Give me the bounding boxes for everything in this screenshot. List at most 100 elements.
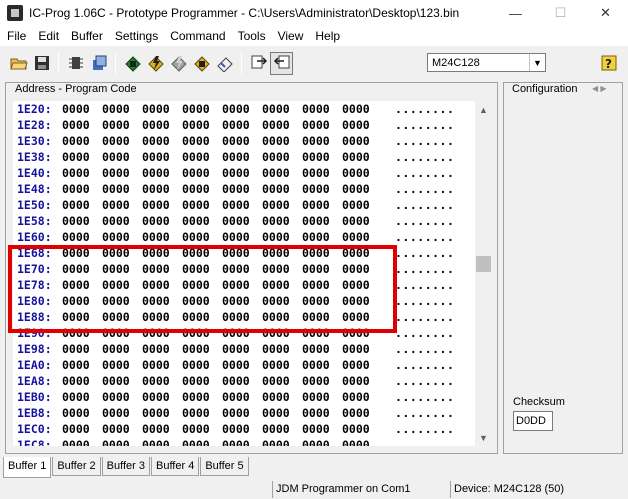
hex-word[interactable]: 0000 [102, 133, 142, 149]
hex-row[interactable]: 1E20: 0000 0000 0000 0000 0000 0000 0000 0000...… [17, 101, 454, 117]
hex-word[interactable]: 0000 [302, 373, 342, 389]
hex-word[interactable]: 0000 [142, 357, 182, 373]
hex-word[interactable]: 0000 [262, 181, 302, 197]
hex-word[interactable]: 0000 [222, 181, 262, 197]
hex-word[interactable]: 0000 [62, 341, 102, 357]
hex-row[interactable]: 1E48: 0000 0000 0000 0000 0000 0000 0000 0000...… [17, 181, 454, 197]
hex-word[interactable]: 0000 [262, 213, 302, 229]
hex-word[interactable]: 0000 [62, 149, 102, 165]
close-button[interactable]: ✕ [583, 0, 628, 26]
hex-word[interactable]: 0000 [262, 389, 302, 405]
hex-word[interactable]: 0000 [182, 213, 222, 229]
hex-word[interactable]: 0000 [262, 421, 302, 437]
hex-word[interactable]: 0000 [222, 389, 262, 405]
erase-chip-icon[interactable] [167, 52, 190, 75]
hex-word[interactable]: 0000 [62, 405, 102, 421]
device-select[interactable]: M24C128 ▼ [427, 53, 546, 72]
hex-word[interactable]: 0000 [182, 149, 222, 165]
hex-word[interactable]: 0000 [222, 213, 262, 229]
hex-word[interactable]: 0000 [62, 421, 102, 437]
menu-item-help[interactable]: Help [309, 26, 346, 46]
open-folder-icon[interactable] [7, 52, 30, 75]
device-info-icon[interactable] [87, 52, 110, 75]
chevron-down-icon[interactable]: ▼ [529, 54, 545, 71]
hex-word[interactable]: 0000 [62, 213, 102, 229]
hex-word[interactable]: 0000 [342, 197, 382, 213]
hex-word[interactable]: 0000 [182, 101, 222, 117]
hex-word[interactable]: 0000 [222, 421, 262, 437]
hex-word[interactable]: 0000 [342, 421, 382, 437]
hex-row[interactable]: 1E28: 0000 0000 0000 0000 0000 0000 0000 0000...… [17, 117, 454, 133]
hex-word[interactable]: 0000 [142, 373, 182, 389]
hex-word[interactable]: 0000 [102, 373, 142, 389]
menu-item-buffer[interactable]: Buffer [65, 26, 109, 46]
hex-word[interactable]: 0000 [222, 149, 262, 165]
hex-word[interactable]: 0000 [102, 229, 142, 245]
hex-row[interactable]: 1EC8: 0000 0000 0000 0000 0000 0000 0000 0000...… [17, 437, 454, 446]
hex-word[interactable]: 0000 [102, 405, 142, 421]
hex-word[interactable]: 0000 [222, 165, 262, 181]
hex-row[interactable]: 1E98: 0000 0000 0000 0000 0000 0000 0000 0000...… [17, 341, 454, 357]
hex-word[interactable]: 0000 [222, 197, 262, 213]
hex-word[interactable]: 0000 [142, 405, 182, 421]
hex-word[interactable]: 0000 [302, 421, 342, 437]
hex-word[interactable]: 0000 [262, 165, 302, 181]
hex-word[interactable]: 0000 [222, 373, 262, 389]
hex-word[interactable]: 0000 [182, 405, 222, 421]
hex-word[interactable]: 0000 [102, 421, 142, 437]
hex-word[interactable]: 0000 [182, 389, 222, 405]
hex-word[interactable]: 0000 [222, 437, 262, 446]
hex-word[interactable]: 0000 [342, 357, 382, 373]
hex-word[interactable]: 0000 [102, 213, 142, 229]
hex-word[interactable]: 0000 [302, 229, 342, 245]
hex-word[interactable]: 0000 [222, 101, 262, 117]
hex-word[interactable]: 0000 [302, 181, 342, 197]
tab-buffer-2[interactable]: Buffer 2 [52, 457, 101, 476]
hex-word[interactable]: 0000 [262, 357, 302, 373]
hex-word[interactable]: 0000 [222, 357, 262, 373]
hex-word[interactable]: 0000 [342, 373, 382, 389]
hex-word[interactable]: 0000 [102, 437, 142, 446]
hex-word[interactable]: 0000 [102, 101, 142, 117]
hex-word[interactable]: 0000 [142, 197, 182, 213]
hex-word[interactable]: 0000 [302, 213, 342, 229]
tab-buffer-1[interactable]: Buffer 1 [3, 457, 52, 478]
hex-word[interactable]: 0000 [142, 341, 182, 357]
program-chip-icon[interactable] [144, 52, 167, 75]
hex-row[interactable]: 1EB8: 0000 0000 0000 0000 0000 0000 0000 0000...… [17, 405, 454, 421]
hex-word[interactable]: 0000 [302, 389, 342, 405]
hex-word[interactable]: 0000 [342, 117, 382, 133]
hex-word[interactable]: 0000 [182, 357, 222, 373]
hex-word[interactable]: 0000 [62, 133, 102, 149]
hex-word[interactable]: 0000 [342, 213, 382, 229]
hex-word[interactable]: 0000 [262, 149, 302, 165]
hex-word[interactable]: 0000 [302, 357, 342, 373]
hex-word[interactable]: 0000 [142, 149, 182, 165]
hex-word[interactable]: 0000 [62, 357, 102, 373]
hex-word[interactable]: 0000 [62, 229, 102, 245]
hex-word[interactable]: 0000 [262, 229, 302, 245]
hex-word[interactable]: 0000 [102, 389, 142, 405]
hex-word[interactable]: 0000 [62, 437, 102, 446]
hex-word[interactable]: 0000 [142, 389, 182, 405]
hex-word[interactable]: 0000 [182, 373, 222, 389]
hex-row[interactable]: 1E60: 0000 0000 0000 0000 0000 0000 0000 0000...… [17, 229, 454, 245]
menu-item-settings[interactable]: Settings [109, 26, 164, 46]
hex-word[interactable]: 0000 [222, 133, 262, 149]
hex-row[interactable]: 1EC0: 0000 0000 0000 0000 0000 0000 0000 0000...… [17, 421, 454, 437]
hex-word[interactable]: 0000 [102, 165, 142, 181]
hex-word[interactable]: 0000 [302, 341, 342, 357]
hex-word[interactable]: 0000 [182, 181, 222, 197]
vertical-scrollbar[interactable]: ▲ ▼ [475, 101, 492, 446]
hex-word[interactable]: 0000 [302, 117, 342, 133]
hex-word[interactable]: 0000 [62, 389, 102, 405]
hex-word[interactable]: 0000 [262, 101, 302, 117]
hex-word[interactable]: 0000 [342, 389, 382, 405]
hex-word[interactable]: 0000 [262, 373, 302, 389]
hex-word[interactable]: 0000 [62, 197, 102, 213]
hex-word[interactable]: 0000 [262, 341, 302, 357]
hex-word[interactable]: 0000 [182, 133, 222, 149]
hex-word[interactable]: 0000 [62, 181, 102, 197]
help-icon[interactable]: ? [597, 51, 620, 74]
hex-word[interactable]: 0000 [342, 101, 382, 117]
